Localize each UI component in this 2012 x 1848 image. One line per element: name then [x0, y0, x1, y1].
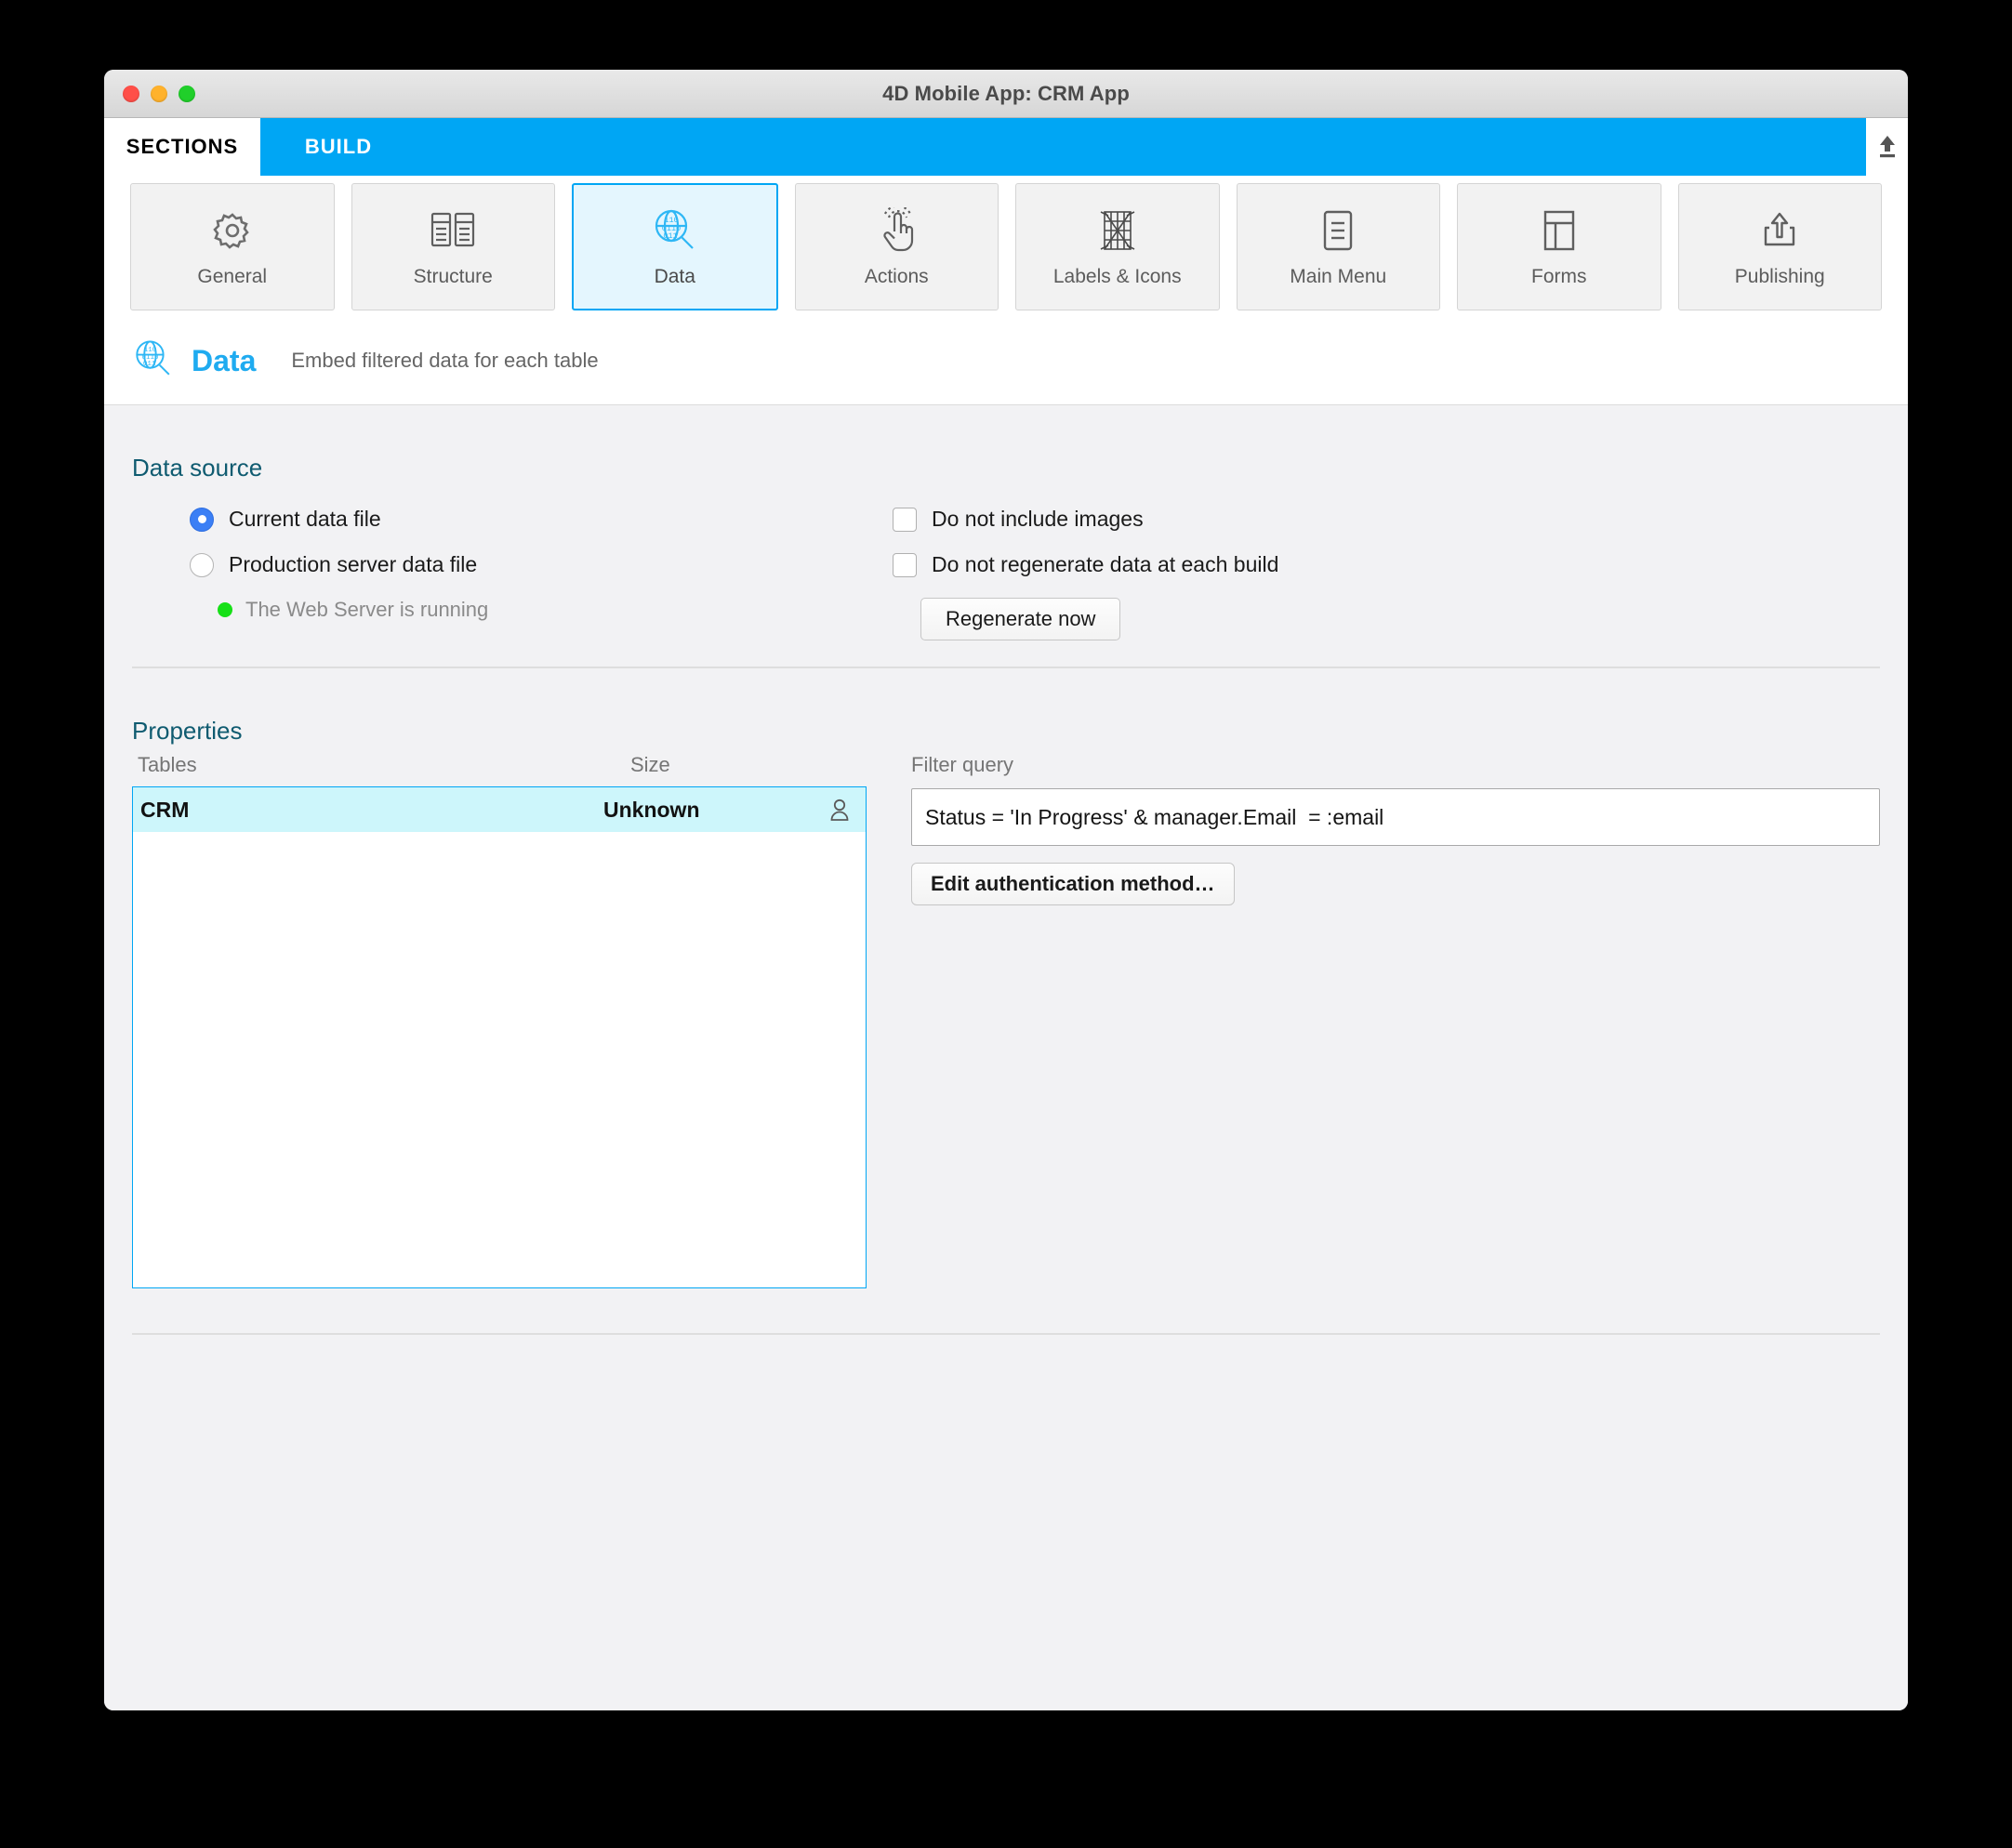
table-row-name: CRM: [140, 797, 190, 822]
export-button[interactable]: [1866, 118, 1908, 176]
radio-current-data-file-label: Current data file: [229, 507, 381, 531]
toolbar-item-main-menu[interactable]: Main Menu: [1236, 182, 1440, 310]
tables-list[interactable]: CRM Unknown: [132, 786, 867, 1288]
toolbar-item-main-menu-label: Main Menu: [1290, 266, 1387, 287]
traffic-lights: [123, 85, 195, 102]
window-titlebar: 4D Mobile App: CRM App: [104, 70, 1908, 118]
checkbox-do-not-include-images[interactable]: Do not include images: [893, 507, 1880, 532]
tables-panel: Tables Size CRM Unknown: [132, 753, 867, 1288]
radio-current-data-file-control[interactable]: [190, 507, 214, 532]
app-window: 4D Mobile App: CRM App SECTIONS BUILD Ge…: [104, 70, 1908, 1710]
toolbar-item-labels-icons[interactable]: Labels & Icons: [1015, 182, 1220, 310]
checkbox-do-not-include-images-label: Do not include images: [932, 507, 1144, 531]
top-tabbar: SECTIONS BUILD: [104, 118, 1908, 176]
column-header-size: Size: [630, 753, 670, 776]
person-icon: [817, 798, 851, 822]
toolbar-item-structure-label: Structure: [413, 266, 493, 287]
upload-icon: [1879, 136, 1895, 158]
tables-icon: [430, 205, 476, 257]
gear-icon: [210, 205, 255, 257]
edit-authentication-method-button[interactable]: Edit authentication method…: [911, 863, 1235, 905]
auth-button-wrapper: Edit authentication method…: [911, 863, 1880, 905]
data-source-group-label: Data source: [132, 454, 263, 482]
bottom-divider: [132, 1333, 1880, 1335]
section-divider: [132, 667, 1880, 668]
svg-text:011: 011: [663, 231, 677, 241]
toolbar-item-general-label: General: [197, 266, 268, 287]
filter-query-input[interactable]: [911, 788, 1880, 846]
regenerate-now-button[interactable]: Regenerate now: [920, 598, 1121, 640]
filter-query-label: Filter query: [911, 753, 1014, 776]
zoom-button[interactable]: [179, 85, 195, 102]
toolbar-item-labels-icons-label: Labels & Icons: [1052, 266, 1182, 287]
properties-section: Tables Size CRM Unknown Filter query Sta…: [132, 746, 1880, 1288]
tables-column-headers: Tables Size: [132, 753, 867, 786]
toolbar-item-forms-label: Forms: [1531, 266, 1587, 287]
grid-icon: [1096, 205, 1139, 257]
radio-production-server-data-file[interactable]: Production server data file: [190, 552, 867, 577]
data-search-icon: 110 0110 011: [132, 337, 175, 385]
toolbar-item-publishing[interactable]: Publishing: [1677, 182, 1882, 310]
column-header-tables: Tables: [138, 753, 197, 776]
toolbar-item-forms[interactable]: Forms: [1457, 182, 1661, 310]
tab-sections-label: SECTIONS: [126, 135, 239, 158]
web-server-status: The Web Server is running: [190, 598, 867, 622]
page-body: Data source Current data file Production…: [104, 405, 1908, 1710]
status-dot-icon: [218, 602, 232, 617]
filter-panel: Filter query Edit authentication method…: [867, 753, 1880, 1288]
toolbar-item-structure[interactable]: Structure: [351, 182, 555, 310]
minimize-button[interactable]: [151, 85, 167, 102]
checkbox-do-not-include-images-control[interactable]: [893, 507, 917, 532]
toolbar-item-data[interactable]: 110 0110 011 Data: [572, 182, 778, 310]
checkbox-do-not-regenerate-data[interactable]: Do not regenerate data at each build: [893, 552, 1880, 577]
section-toolbar: General Structure 110 0110 011 Data Acti…: [104, 176, 1908, 317]
svg-text:011: 011: [143, 361, 156, 368]
tab-sections[interactable]: SECTIONS: [104, 118, 260, 176]
properties-group-label: Properties: [132, 717, 243, 745]
table-row-size: Unknown: [603, 797, 700, 822]
close-button[interactable]: [123, 85, 139, 102]
checkbox-do-not-regenerate-data-label: Do not regenerate data at each build: [932, 552, 1279, 576]
data-source-left-column: Current data file Production server data…: [132, 507, 867, 640]
tabbar-filler: [417, 118, 1866, 176]
data-search-icon: 110 0110 011: [651, 205, 699, 257]
radio-current-data-file[interactable]: Current data file: [190, 507, 867, 532]
page-subtitle: Embed filtered data for each table: [291, 349, 599, 372]
tab-build[interactable]: BUILD: [260, 118, 417, 176]
layout-icon: [1539, 205, 1580, 257]
toolbar-item-general[interactable]: General: [130, 182, 335, 310]
radio-production-server-data-file-control[interactable]: [190, 552, 214, 577]
table-row[interactable]: CRM Unknown: [133, 787, 866, 832]
window-title: 4D Mobile App: CRM App: [882, 81, 1130, 105]
toolbar-item-actions[interactable]: Actions: [794, 182, 999, 310]
tap-hand-icon: [874, 205, 919, 257]
regenerate-now-wrapper: Regenerate now: [893, 598, 1880, 640]
checkbox-do-not-regenerate-data-control[interactable]: [893, 552, 917, 577]
svg-text:110: 110: [144, 347, 157, 354]
menu-doc-icon: [1318, 205, 1357, 257]
web-server-status-label: The Web Server is running: [245, 598, 489, 621]
toolbar-item-actions-label: Actions: [864, 266, 929, 287]
page-title: Data: [192, 343, 257, 377]
data-source-section: Current data file Production server data…: [132, 482, 1880, 640]
page-header: 110 0110 011 Data Embed filtered data fo…: [104, 317, 1908, 405]
upload-box-icon: [1757, 205, 1802, 257]
toolbar-item-data-label: Data: [654, 266, 695, 287]
data-source-right-column: Do not include images Do not regenerate …: [867, 507, 1880, 640]
toolbar-item-publishing-label: Publishing: [1734, 266, 1825, 287]
tab-build-label: BUILD: [304, 135, 373, 158]
radio-production-server-data-file-label: Production server data file: [229, 552, 478, 576]
